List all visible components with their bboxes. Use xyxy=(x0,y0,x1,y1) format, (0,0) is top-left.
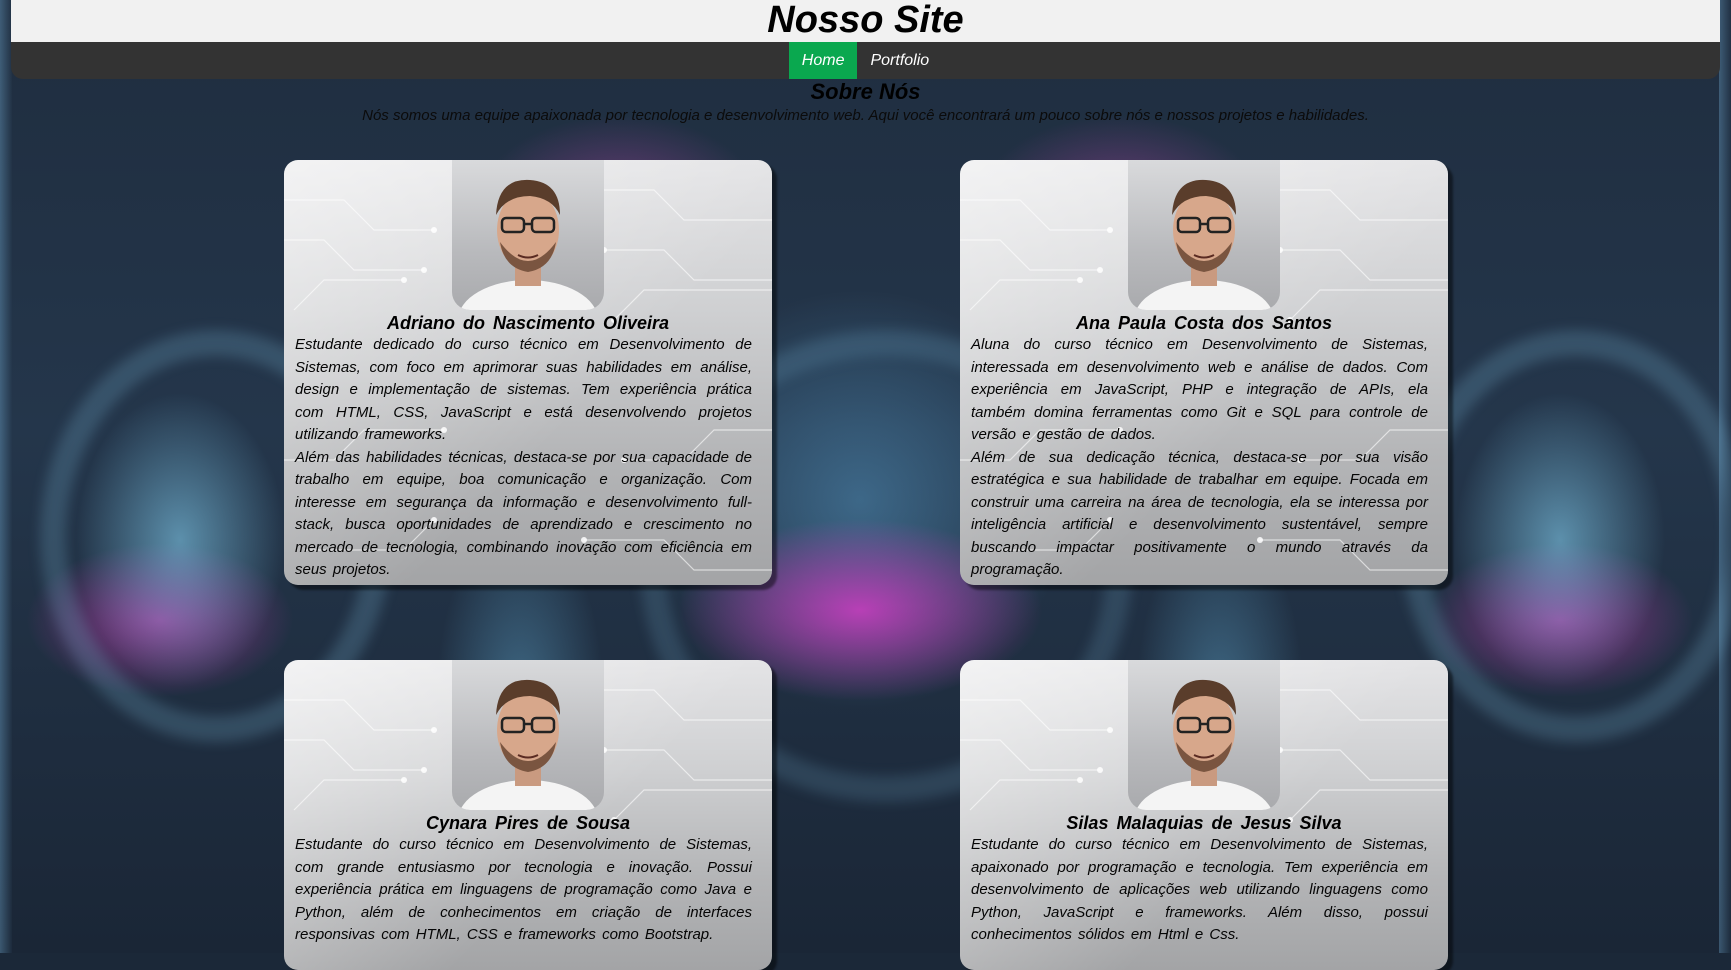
member-name: Cynara Pires de Sousa xyxy=(425,813,631,833)
member-name: Adriano do Nascimento Oliveira xyxy=(386,313,670,333)
page-background xyxy=(0,0,1731,953)
member-bio: Estudante dedicado do curso técnico em D… xyxy=(295,336,752,443)
left-edge xyxy=(0,0,12,953)
site-header: Nosso Site xyxy=(11,0,1720,42)
right-edge xyxy=(1719,0,1731,953)
about-description: Nós somos uma equipe apaixonada por tecn… xyxy=(362,107,1369,124)
nav-portfolio[interactable]: Portfolio xyxy=(857,42,942,79)
main-nav: Home Portfolio xyxy=(11,42,1720,79)
member-bio: Estudante do curso técnico em Desenvolvi… xyxy=(295,836,752,943)
member-card: Silas Malaquias de Jesus Silva Estudante… xyxy=(960,660,1448,970)
member-card: Adriano do Nascimento Oliveira Estudante… xyxy=(284,160,772,585)
member-photo xyxy=(1128,660,1280,810)
member-bio: Estudante do curso técnico em Desenvolvi… xyxy=(971,836,1428,943)
about-section: Sobre Nós Nós somos uma equipe apaixonad… xyxy=(0,79,1731,125)
member-bio-extra: Além de sua dedicação técnica, destaca-s… xyxy=(971,448,1428,579)
member-bio-extra: Além das habilidades técnicas, destaca-s… xyxy=(295,448,752,579)
member-photo xyxy=(452,160,604,310)
member-card: Ana Paula Costa dos Santos Aluna do curs… xyxy=(960,160,1448,585)
nav-home[interactable]: Home xyxy=(788,42,858,79)
site-title: Nosso Site xyxy=(767,0,964,41)
member-photo xyxy=(1128,160,1280,310)
member-bio: Aluna do curso técnico em Desenvolviment… xyxy=(971,336,1428,443)
member-card: Cynara Pires de Sousa Estudante do curso… xyxy=(284,660,772,970)
about-title: Sobre Nós xyxy=(810,79,921,104)
member-name: Silas Malaquias de Jesus Silva xyxy=(1066,813,1342,833)
member-photo xyxy=(452,660,604,810)
member-name: Ana Paula Costa dos Santos xyxy=(1075,313,1333,333)
